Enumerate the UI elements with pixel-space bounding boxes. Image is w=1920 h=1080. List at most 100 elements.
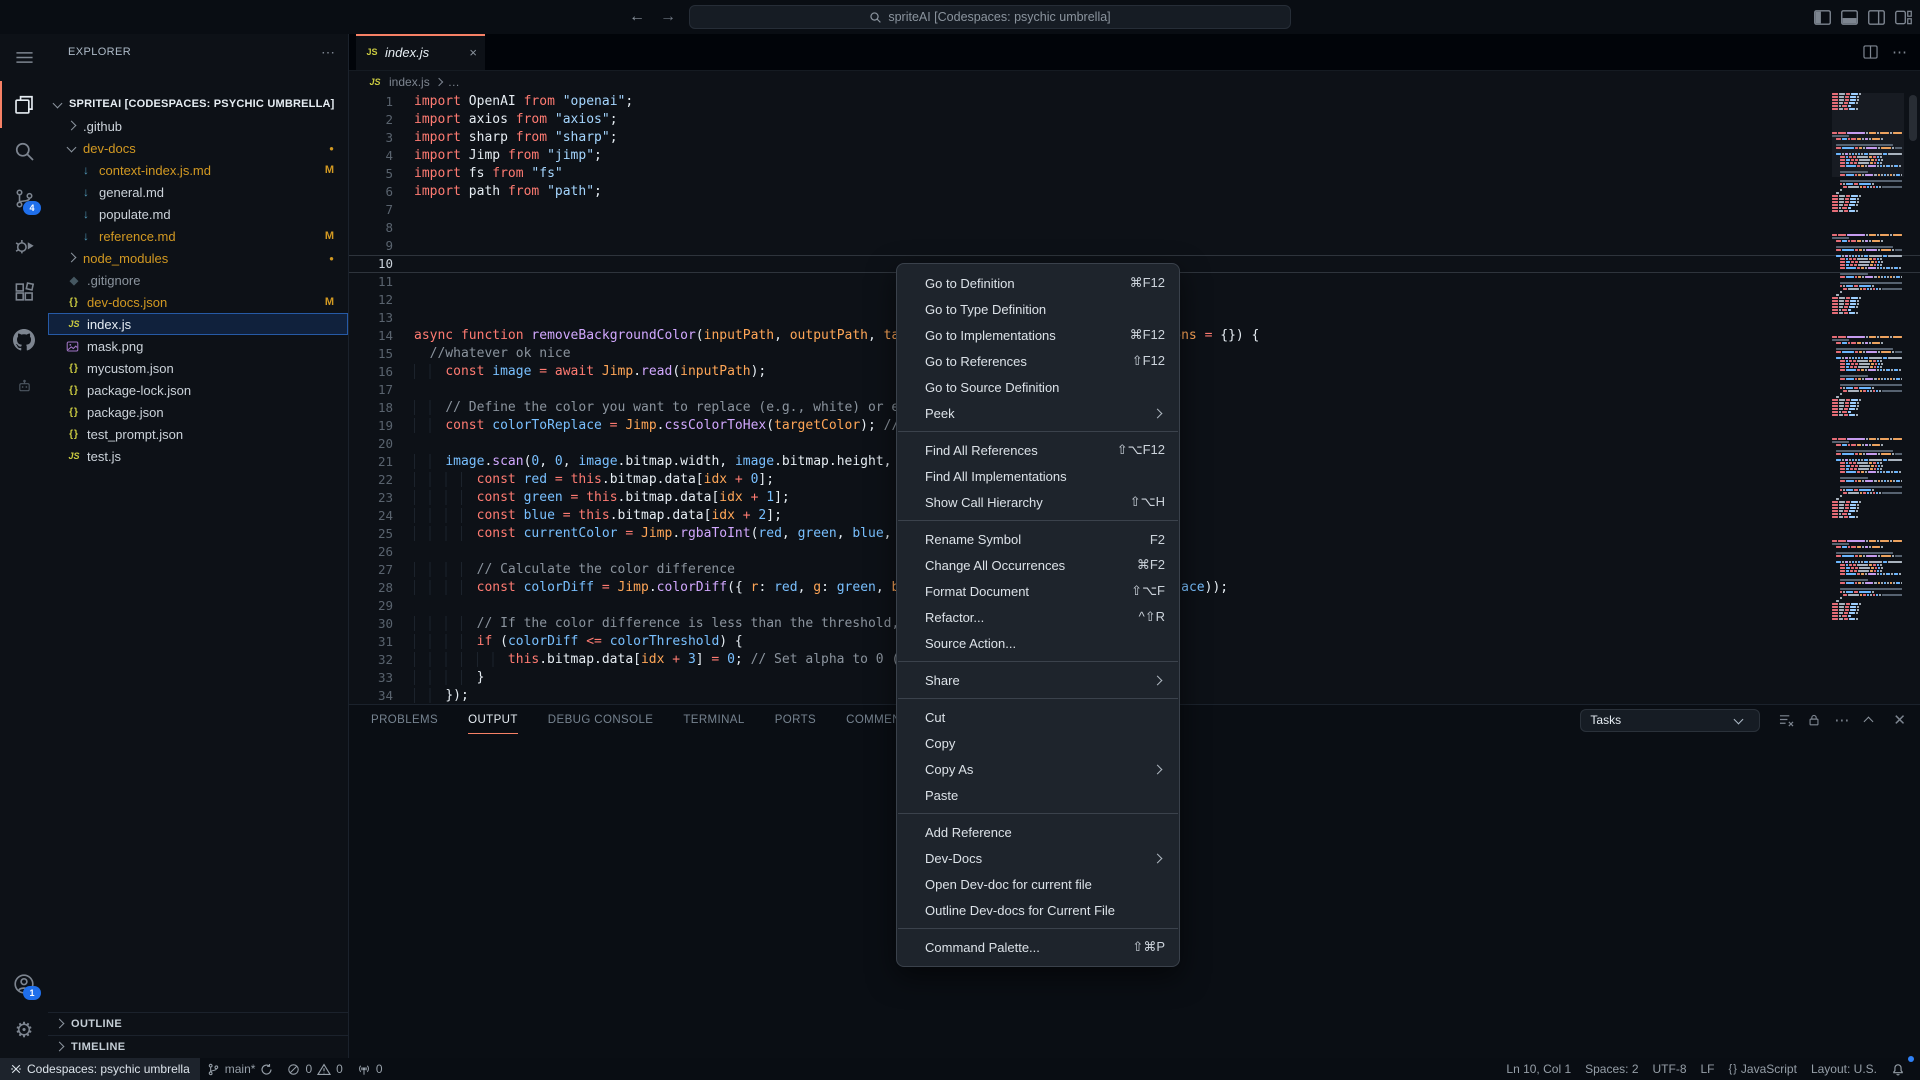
menu-item-format-document[interactable]: Format Document ⇧⌥F [897, 578, 1179, 604]
lock-icon[interactable] [1807, 713, 1821, 727]
code-line[interactable]: 4 import Jimp from "jimp"; [349, 147, 1920, 165]
menu-item-copy[interactable]: Copy [897, 730, 1179, 756]
notifications-bell[interactable] [1884, 1056, 1914, 1080]
cursor-position[interactable]: Ln 10, Col 1 [1499, 1058, 1578, 1080]
code-line[interactable]: 5 import fs from "fs" [349, 165, 1920, 183]
breadcrumb-symbol[interactable]: … [448, 75, 460, 89]
activity-item-dev-docs[interactable] [0, 363, 48, 410]
tree-item--gitignore[interactable]: ◆ .gitignore [48, 269, 348, 291]
back-arrow-icon[interactable]: ← [625, 5, 649, 29]
code-line[interactable]: 7 [349, 201, 1920, 219]
menu-item-add-reference[interactable]: Add Reference [897, 819, 1179, 845]
tree-item-dev-docs[interactable]: dev-docs ● [48, 137, 348, 159]
encoding[interactable]: UTF-8 [1646, 1058, 1694, 1080]
code-line[interactable]: 8 [349, 219, 1920, 237]
language-mode[interactable]: { } JavaScript [1722, 1058, 1804, 1080]
explorer-more-icon[interactable]: ⋯ [321, 44, 336, 61]
tree-item-dev-docs-json[interactable]: {} dev-docs.json M [48, 291, 348, 313]
git-branch-status[interactable]: main* [200, 1058, 281, 1080]
tab-indexjs[interactable]: JS index.js × [356, 34, 485, 70]
menu-item-copy-as[interactable]: Copy As [897, 756, 1179, 782]
ports-status[interactable]: 0 [350, 1058, 390, 1080]
tree-item--github[interactable]: .github [48, 115, 348, 137]
tree-item-mycustom-json[interactable]: {} mycustom.json [48, 357, 348, 379]
menu-item-outline-dev-docs-for-current-file[interactable]: Outline Dev-docs for Current File [897, 897, 1179, 923]
code-line[interactable]: 2 import axios from "axios"; [349, 111, 1920, 129]
activity-item-settings[interactable]: ⚙ [0, 1007, 48, 1054]
code-line[interactable]: 6 import path from "path"; [349, 183, 1920, 201]
forward-arrow-icon[interactable]: → [656, 5, 680, 29]
clear-output-icon[interactable] [1779, 713, 1794, 727]
close-panel-icon[interactable]: ✕ [1893, 711, 1906, 729]
code-line[interactable]: 1 import OpenAI from "openai"; [349, 93, 1920, 111]
tree-item-test-js[interactable]: JS test.js [48, 445, 348, 467]
panel-tab-output[interactable]: OUTPUT [468, 707, 518, 734]
tree-item-spriteai-codespaces-psychic-umbrella-[interactable]: SPRITEAI [CODESPACES: PSYCHIC UMBRELLA] [48, 93, 348, 115]
menu-item-share[interactable]: Share [897, 667, 1179, 693]
tab-close-icon[interactable]: × [469, 45, 477, 60]
problems-status[interactable]: 0 0 [280, 1058, 349, 1080]
activity-item-run-and-debug[interactable] [0, 222, 48, 269]
eol-sequence[interactable]: LF [1694, 1058, 1722, 1080]
code-line[interactable]: 9 [349, 237, 1920, 255]
remote-indicator[interactable]: Codespaces: psychic umbrella [0, 1058, 200, 1080]
activity-item-menu[interactable] [0, 34, 48, 81]
indentation[interactable]: Spaces: 2 [1578, 1058, 1645, 1080]
tree-item-populate-md[interactable]: ↓ populate.md [48, 203, 348, 225]
tree-item-context-index-js-md[interactable]: ↓ context-index.js.md M [48, 159, 348, 181]
minimap[interactable] [1832, 93, 1904, 641]
menu-item-command-palette-[interactable]: Command Palette... ⇧⌘P [897, 934, 1179, 960]
menu-item-find-all-implementations[interactable]: Find All Implementations [897, 463, 1179, 489]
tree-item-node-modules[interactable]: node_modules ● [48, 247, 348, 269]
section-timeline[interactable]: TIMELINE [48, 1035, 348, 1058]
customize-layout-icon[interactable] [1895, 10, 1912, 25]
panel-more-icon[interactable]: ⋯ [1834, 711, 1850, 729]
keyboard-layout[interactable]: Layout: U.S. [1804, 1058, 1884, 1080]
menu-item-change-all-occurrences[interactable]: Change All Occurrences ⌘F2 [897, 552, 1179, 578]
menu-item-source-action-[interactable]: Source Action... [897, 630, 1179, 656]
tree-item-package-json[interactable]: {} package.json [48, 401, 348, 423]
menu-item-go-to-source-definition[interactable]: Go to Source Definition [897, 374, 1179, 400]
panel-tab-debug-console[interactable]: DEBUG CONSOLE [548, 707, 654, 733]
menu-item-find-all-references[interactable]: Find All References ⇧⌥F12 [897, 437, 1179, 463]
activity-item-search[interactable] [0, 128, 48, 175]
menu-item-cut[interactable]: Cut [897, 704, 1179, 730]
menu-item-refactor-[interactable]: Refactor... ^⇧R [897, 604, 1179, 630]
command-center-search[interactable]: spriteAI [Codespaces: psychic umbrella] [689, 5, 1291, 29]
tree-item-package-lock-json[interactable]: {} package-lock.json [48, 379, 348, 401]
menu-item-paste[interactable]: Paste [897, 782, 1179, 808]
code-line[interactable]: 3 import sharp from "sharp"; [349, 129, 1920, 147]
scrollbar[interactable] [1909, 95, 1917, 141]
panel-tab-ports[interactable]: PORTS [775, 707, 816, 733]
tree-item-reference-md[interactable]: ↓ reference.md M [48, 225, 348, 247]
menu-item-dev-docs[interactable]: Dev-Docs [897, 845, 1179, 871]
output-channel-select[interactable]: Tasks [1580, 708, 1761, 732]
activity-item-extensions[interactable] [0, 269, 48, 316]
activity-item-accounts[interactable]: 1 [0, 960, 48, 1007]
toggle-sidebar-icon[interactable] [1814, 9, 1831, 25]
activity-item-source-control[interactable]: 4 [0, 175, 48, 222]
toggle-secondary-sidebar-icon[interactable] [1868, 9, 1885, 25]
tree-item-general-md[interactable]: ↓ general.md [48, 181, 348, 203]
panel-tab-terminal[interactable]: TERMINAL [683, 707, 744, 733]
activity-item-explorer[interactable] [0, 81, 48, 128]
tree-item-mask-png[interactable]: mask.png [48, 335, 348, 357]
tree-item-test-prompt-json[interactable]: {} test_prompt.json [48, 423, 348, 445]
panel-tab-problems[interactable]: PROBLEMS [371, 707, 438, 733]
menu-item-open-dev-doc-for-current-file[interactable]: Open Dev-doc for current file [897, 871, 1179, 897]
menu-item-rename-symbol[interactable]: Rename Symbol F2 [897, 526, 1179, 552]
menu-item-go-to-references[interactable]: Go to References ⇧F12 [897, 348, 1179, 374]
split-editor-icon[interactable] [1863, 45, 1878, 59]
menu-item-go-to-definition[interactable]: Go to Definition ⌘F12 [897, 270, 1179, 296]
breadcrumb-file[interactable]: index.js [389, 75, 430, 89]
breadcrumb[interactable]: JS index.js … [349, 70, 1920, 93]
section-outline[interactable]: OUTLINE [48, 1012, 348, 1035]
menu-item-go-to-type-definition[interactable]: Go to Type Definition [897, 296, 1179, 322]
menu-item-show-call-hierarchy[interactable]: Show Call Hierarchy ⇧⌥H [897, 489, 1179, 515]
editor-more-icon[interactable]: ⋯ [1892, 43, 1908, 61]
menu-item-peek[interactable]: Peek [897, 400, 1179, 426]
toggle-panel-icon[interactable] [1841, 9, 1858, 25]
activity-item-github[interactable] [0, 316, 48, 363]
tree-item-index-js[interactable]: JS index.js [48, 313, 348, 335]
menu-item-go-to-implementations[interactable]: Go to Implementations ⌘F12 [897, 322, 1179, 348]
